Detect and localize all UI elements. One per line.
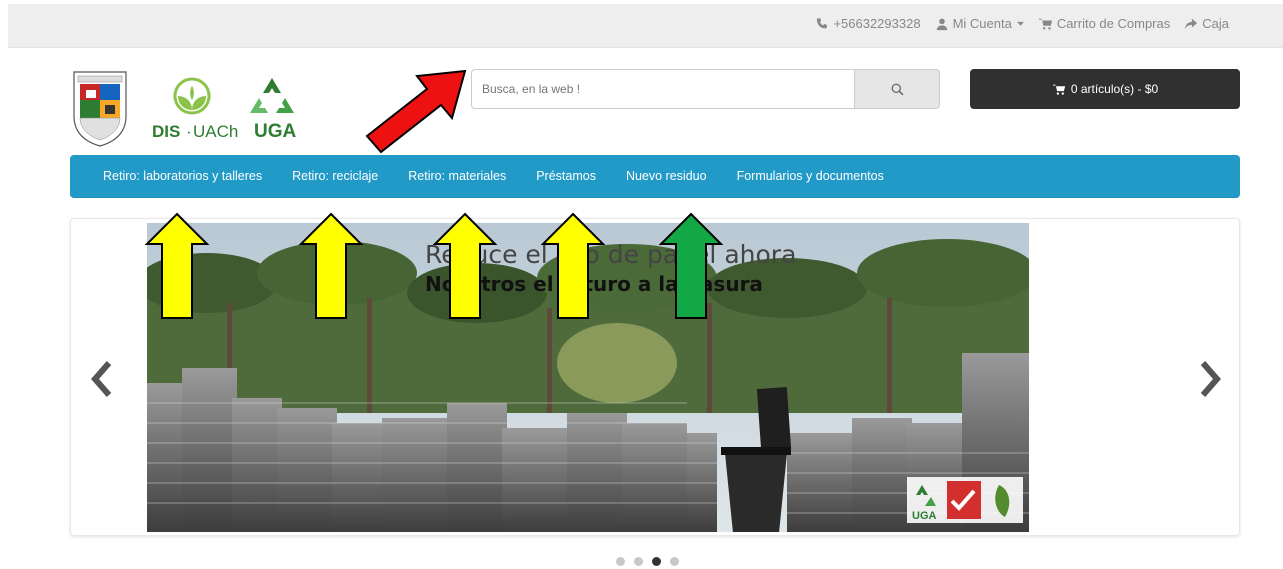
- search-button[interactable]: [854, 69, 940, 109]
- cart-button[interactable]: 0 artículo(s) - $0: [970, 69, 1240, 109]
- shopping-cart-icon: [1052, 84, 1065, 95]
- recycle-icon: [250, 78, 294, 113]
- shopping-cart-icon: [1038, 18, 1052, 30]
- slide-subheadline: Nosotros el futuro a la basura: [425, 272, 763, 296]
- nav-item-nuevo-residuo[interactable]: Nuevo residuo: [611, 169, 722, 183]
- chevron-right-icon: [1200, 361, 1221, 397]
- caret-down-icon: [1016, 21, 1024, 26]
- phone-icon: [817, 17, 828, 28]
- user-icon: [936, 18, 947, 30]
- nav-item-retiro-laboratorios[interactable]: Retiro: laboratorios y talleres: [88, 169, 277, 183]
- account-menu[interactable]: Mi Cuenta: [935, 16, 1025, 31]
- svg-text:·: ·: [186, 122, 192, 141]
- dis-leaf-icon: [173, 77, 211, 115]
- carousel-dot-4[interactable]: [670, 557, 679, 566]
- carousel-prev-button[interactable]: [87, 359, 117, 399]
- carousel-dot-1[interactable]: [616, 557, 625, 566]
- cart-link[interactable]: Carrito de Compras: [1038, 16, 1171, 31]
- nav-item-formularios[interactable]: Formularios y documentos: [722, 169, 899, 183]
- top-links: +56632293328 Mi Cuenta Carrito de Compra…: [815, 16, 1229, 31]
- share-arrow-icon: [1185, 18, 1198, 29]
- slide-headline: Reduce el uso de papel ahora: [425, 240, 796, 269]
- phone-link[interactable]: +56632293328: [815, 16, 921, 31]
- carousel-indicators: [616, 557, 679, 566]
- chevron-left-icon: [91, 361, 112, 397]
- account-label: Mi Cuenta: [952, 16, 1012, 31]
- checkout-label: Caja: [1202, 16, 1229, 31]
- cart-link-label: Carrito de Compras: [1056, 16, 1171, 31]
- search-icon: [891, 83, 903, 95]
- nav-item-retiro-reciclaje[interactable]: Retiro: reciclaje: [277, 169, 393, 183]
- carousel: Reduce el uso de papel ahora Nosotros el…: [70, 218, 1240, 536]
- banner-image[interactable]: Reduce el uso de papel ahora Nosotros el…: [147, 223, 1029, 532]
- university-crest-logo: [73, 71, 127, 147]
- search-bar: [471, 69, 940, 109]
- carousel-dot-3[interactable]: [652, 557, 661, 566]
- carousel-next-button[interactable]: [1195, 359, 1225, 399]
- red-annotation-arrow: [365, 69, 467, 154]
- checkout-link[interactable]: Caja: [1184, 16, 1229, 31]
- nav-item-prestamos[interactable]: Préstamos: [521, 169, 611, 183]
- main-nav: Retiro: laboratorios y talleres Retiro: …: [70, 155, 1240, 198]
- search-input[interactable]: [471, 69, 854, 109]
- partner-badges: UGA: [907, 477, 1023, 523]
- logo-area[interactable]: DIS · UACh UGA: [72, 70, 312, 148]
- uga-logo-text: UGA: [254, 121, 297, 142]
- nav-item-retiro-materiales[interactable]: Retiro: materiales: [393, 169, 521, 183]
- cart-summary: 0 artículo(s) - $0: [1070, 82, 1159, 96]
- carousel-dot-2[interactable]: [634, 557, 643, 566]
- uach-logo-text: UACh: [193, 122, 238, 141]
- badge-uga-text: UGA: [912, 510, 937, 522]
- top-bar: +56632293328 Mi Cuenta Carrito de Compra…: [8, 4, 1283, 48]
- phone-label: +56632293328: [833, 16, 921, 31]
- dis-logo-text: DIS: [152, 122, 180, 141]
